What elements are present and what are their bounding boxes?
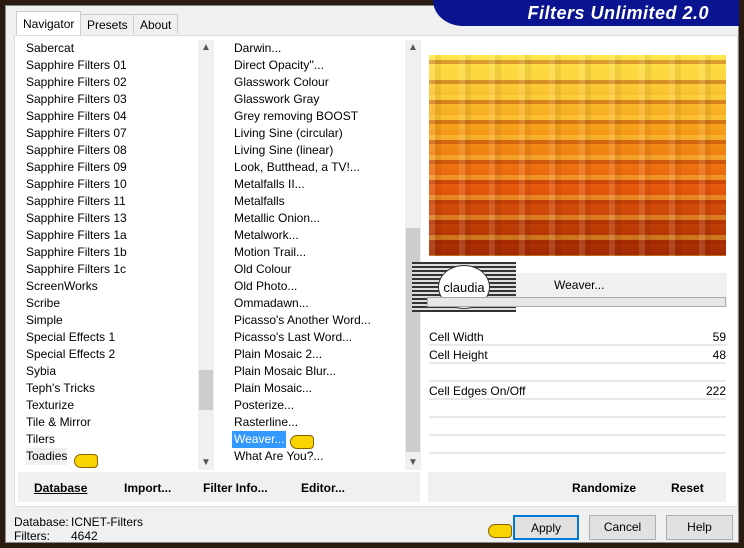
param-empty bbox=[429, 366, 726, 382]
list-item[interactable]: Weaver... bbox=[232, 431, 287, 448]
list-item[interactable]: Sapphire Filters 1c bbox=[26, 261, 126, 278]
list-item[interactable]: Look, Butthead, a TV!... bbox=[234, 159, 360, 176]
list-item[interactable]: Sapphire Filters 01 bbox=[26, 57, 127, 74]
param-empty bbox=[429, 420, 726, 436]
param-cell-width[interactable]: Cell Width 59 bbox=[429, 330, 726, 346]
pointing-hand-icon bbox=[74, 454, 98, 468]
list-item[interactable]: Glasswork Gray bbox=[234, 91, 319, 108]
database-label: Database: bbox=[14, 515, 69, 529]
filter-list[interactable]: Darwin... Direct Opacity''... Glasswork Co… bbox=[226, 40, 405, 470]
list-item[interactable]: Plain Mosaic Blur... bbox=[234, 363, 336, 380]
list-item[interactable]: Sabercat bbox=[26, 40, 74, 57]
scrollbar-thumb[interactable] bbox=[199, 370, 213, 410]
help-button[interactable]: Help bbox=[666, 515, 733, 540]
list-item[interactable]: Picasso's Last Word... bbox=[234, 329, 352, 346]
list-item[interactable]: Tilers bbox=[26, 431, 55, 448]
apply-button[interactable]: Apply bbox=[513, 515, 579, 540]
pointing-hand-icon bbox=[488, 524, 512, 538]
list-item[interactable]: Sapphire Filters 02 bbox=[26, 74, 127, 91]
cancel-button[interactable]: Cancel bbox=[589, 515, 656, 540]
list-item[interactable]: Special Effects 2 bbox=[26, 346, 115, 363]
tab-presets[interactable]: Presets bbox=[80, 14, 135, 34]
list-item[interactable]: Sapphire Filters 11 bbox=[26, 193, 126, 210]
list-item[interactable]: Simple bbox=[26, 312, 63, 329]
list-item[interactable]: Sapphire Filters 13 bbox=[26, 210, 127, 227]
list-item[interactable]: Texturize bbox=[26, 397, 74, 414]
list-item[interactable]: Tile & Mirror bbox=[26, 414, 91, 431]
reset-button[interactable]: Reset bbox=[671, 481, 704, 495]
list-item[interactable]: ScreenWorks bbox=[26, 278, 98, 295]
list-item[interactable]: Sapphire Filters 03 bbox=[26, 91, 127, 108]
list-item[interactable]: Ommadawn... bbox=[234, 295, 309, 312]
app-title-banner: Filters Unlimited 2.0 bbox=[433, 0, 739, 26]
list-item[interactable]: Old Photo... bbox=[234, 278, 297, 295]
list-item[interactable]: Sapphire Filters 10 bbox=[26, 176, 127, 193]
list-item[interactable]: Living Sine (circular) bbox=[234, 125, 343, 142]
scroll-up-icon[interactable]: ▲ bbox=[198, 42, 214, 53]
list-item[interactable]: Metalfalls bbox=[234, 193, 285, 210]
list-item[interactable]: Picasso's Another Word... bbox=[234, 312, 371, 329]
filters-count-value: 4642 bbox=[71, 529, 98, 543]
import-button[interactable]: Import... bbox=[124, 481, 171, 495]
list-item[interactable]: Metalfalls II... bbox=[234, 176, 305, 193]
list-item[interactable]: Metalwork... bbox=[234, 227, 299, 244]
tab-navigator[interactable]: Navigator bbox=[16, 11, 82, 35]
list-item[interactable]: Sapphire Filters 04 bbox=[26, 108, 127, 125]
filter-preview-image bbox=[429, 55, 726, 256]
param-cell-height[interactable]: Cell Height 48 bbox=[429, 348, 726, 364]
filter-progress-bar bbox=[427, 297, 726, 307]
list-item[interactable]: Toadies bbox=[26, 448, 68, 465]
database-value: ICNET-Filters bbox=[71, 515, 143, 529]
param-empty bbox=[429, 438, 726, 454]
filter-name-label: Weaver... bbox=[554, 278, 605, 292]
category-scrollbar[interactable]: ▲ ▼ bbox=[198, 40, 214, 470]
list-item[interactable]: Posterize... bbox=[234, 397, 294, 414]
list-item[interactable]: Sybia bbox=[26, 363, 56, 380]
category-list[interactable]: Sabercat Sapphire Filters 01 Sapphire Filt… bbox=[18, 40, 198, 470]
scroll-down-icon[interactable]: ▼ bbox=[198, 457, 214, 468]
param-empty bbox=[429, 402, 726, 418]
filters-count-label: Filters: bbox=[14, 529, 50, 543]
list-item[interactable]: Direct Opacity''... bbox=[234, 57, 324, 74]
list-item[interactable]: Sapphire Filters 1b bbox=[26, 244, 127, 261]
list-item[interactable]: Sapphire Filters 07 bbox=[26, 125, 127, 142]
list-item[interactable]: Darwin... bbox=[234, 40, 281, 57]
list-item[interactable]: Metallic Onion... bbox=[234, 210, 320, 227]
list-item[interactable]: Rasterline... bbox=[234, 414, 298, 431]
list-item[interactable]: Grey removing BOOST bbox=[234, 108, 358, 125]
list-item[interactable]: Sapphire Filters 08 bbox=[26, 142, 127, 159]
randomize-button[interactable]: Randomize bbox=[572, 481, 636, 495]
list-item[interactable]: Plain Mosaic... bbox=[234, 380, 312, 397]
param-cell-edges[interactable]: Cell Edges On/Off 222 bbox=[429, 384, 726, 400]
filter-info-button[interactable]: Filter Info... bbox=[203, 481, 268, 495]
list-item[interactable]: Old Colour bbox=[234, 261, 291, 278]
editor-button[interactable]: Editor... bbox=[301, 481, 345, 495]
list-item[interactable]: Living Sine (linear) bbox=[234, 142, 333, 159]
list-item[interactable]: Special Effects 1 bbox=[26, 329, 115, 346]
pointing-hand-icon bbox=[290, 435, 314, 449]
scroll-up-icon[interactable]: ▲ bbox=[405, 42, 421, 53]
list-item[interactable]: Glasswork Colour bbox=[234, 74, 329, 91]
list-item[interactable]: What Are You?... bbox=[234, 448, 323, 465]
list-item[interactable]: Sapphire Filters 1a bbox=[26, 227, 127, 244]
tab-about[interactable]: About bbox=[133, 14, 179, 34]
scroll-down-icon[interactable]: ▼ bbox=[405, 457, 421, 468]
list-item[interactable]: Teph's Tricks bbox=[26, 380, 95, 397]
list-item[interactable]: Plain Mosaic 2... bbox=[234, 346, 322, 363]
database-button[interactable]: Database bbox=[34, 481, 87, 495]
list-item[interactable]: Scribe bbox=[26, 295, 60, 312]
filter-scrollbar[interactable]: ▲ ▼ bbox=[405, 40, 421, 470]
list-item[interactable]: Motion Trail... bbox=[234, 244, 306, 261]
list-item[interactable]: Sapphire Filters 09 bbox=[26, 159, 127, 176]
